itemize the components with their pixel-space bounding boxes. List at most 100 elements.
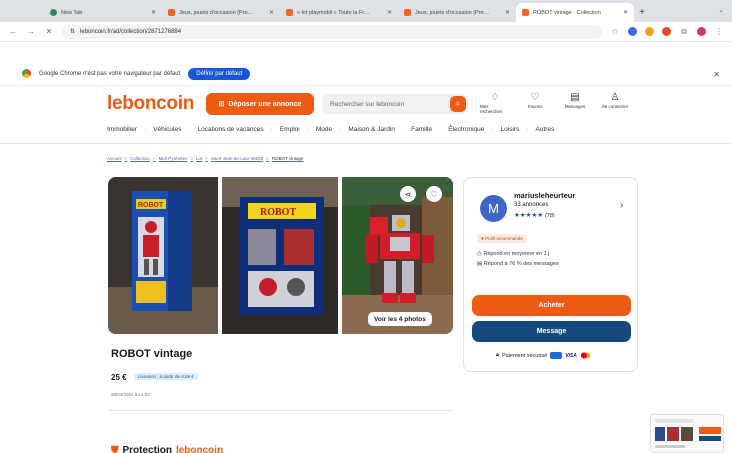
- back-icon[interactable]: ←: [8, 27, 18, 36]
- tab-search-icon[interactable]: ⌄: [718, 6, 724, 14]
- close-icon[interactable]: ✕: [505, 9, 510, 16]
- chevron-right-icon[interactable]: ›: [620, 200, 623, 211]
- header-icon-label: Mes recherches: [480, 104, 503, 114]
- seller-avatar[interactable]: M: [480, 195, 507, 222]
- breadcrumb-separator: >: [266, 156, 269, 161]
- seller-ads-count: 33 annonces: [514, 202, 549, 208]
- share-icon[interactable]: ⋖: [400, 186, 416, 202]
- header-icons: ♢ Mes recherches ♡ Favoris ▤ Messages ♙ Se c…: [480, 92, 630, 114]
- close-icon[interactable]: ✕: [151, 9, 156, 16]
- breadcrumb-link[interactable]: Collection: [130, 156, 150, 161]
- star-icons: ★★★★★: [514, 212, 544, 219]
- buy-button[interactable]: Acheter: [472, 295, 631, 316]
- bookmark-star-icon[interactable]: ☆: [610, 27, 620, 36]
- ad-photo-2[interactable]: ROBOT: [222, 177, 338, 334]
- stop-icon[interactable]: ✕: [44, 27, 54, 36]
- search-placeholder: Rechercher sur leboncoin: [330, 100, 405, 108]
- header-icon-label: Favoris: [527, 104, 543, 109]
- close-icon[interactable]: ✕: [269, 9, 274, 16]
- breadcrumb-link[interactable]: Saint-Jean-de-Laur 46260: [211, 156, 263, 161]
- menu-kebab-icon[interactable]: ⋮: [714, 27, 724, 36]
- category-link[interactable]: Autres: [536, 126, 555, 133]
- seller-name[interactable]: mariusleheurteur: [514, 191, 575, 200]
- category-link[interactable]: Emploi: [280, 126, 300, 133]
- leboncoin-icon: [522, 9, 529, 16]
- browser-tab[interactable]: Jeux, jouets d'occasion (Pro… ✕: [398, 3, 516, 22]
- extension-icon[interactable]: [662, 27, 671, 36]
- leboncoin-icon: [168, 9, 175, 16]
- login-button[interactable]: ♙ Se connecter: [600, 92, 630, 114]
- robot-box-front-image: ROBOT: [108, 177, 218, 334]
- close-icon[interactable]: ✕: [387, 9, 392, 16]
- browser-tab[interactable]: Jeux, jouets d'occasion (Pro… ✕: [162, 3, 280, 22]
- category-link[interactable]: Électronique: [448, 126, 484, 133]
- separator-dot: ·: [339, 126, 342, 133]
- protection-heading: ⛊ Protection leboncoin: [111, 445, 223, 453]
- search-input[interactable]: Rechercher sur leboncoin ⌕: [322, 94, 468, 114]
- response-rate-text: Répond à 76 % des messages: [483, 261, 559, 267]
- category-link[interactable]: Locations de vacances: [198, 126, 264, 133]
- secure-payment: 🔒︎ Paiement sécurisé VISA: [496, 352, 591, 359]
- message-button[interactable]: Message: [472, 321, 631, 342]
- new-tab-button[interactable]: +: [634, 3, 650, 22]
- see-all-photos-button[interactable]: Voir les 4 photos: [368, 312, 432, 326]
- post-ad-button[interactable]: ⊞ Déposer une annonce: [206, 93, 314, 115]
- category-link[interactable]: Loisirs: [501, 126, 520, 133]
- close-icon[interactable]: ✕: [623, 9, 628, 16]
- favorites-button[interactable]: ♡ Favoris: [520, 92, 550, 114]
- favorite-heart-icon[interactable]: ♡: [426, 186, 442, 202]
- category-link[interactable]: Véhicules: [153, 126, 181, 133]
- breadcrumb-current: ROBOT vintage: [271, 156, 304, 161]
- separator-dot: ·: [439, 126, 442, 133]
- plus-square-icon: ⊞: [218, 101, 225, 108]
- infobar-text: Google Chrome n'est pas votre navigateur…: [39, 70, 181, 77]
- category-link[interactable]: Maison & Jardin: [348, 126, 395, 133]
- leboncoin-icon: [404, 9, 411, 16]
- response-rate: ▤ Répond à 76 % des messages: [477, 261, 559, 267]
- breadcrumb: Accueil > Collection > Midi-Pyrénées > Lot >…: [107, 156, 304, 161]
- breadcrumb-separator: >: [152, 156, 156, 161]
- category-link[interactable]: Mode: [316, 126, 332, 133]
- extensions-puzzle-icon[interactable]: ⧉: [679, 27, 689, 37]
- browser-tab-active[interactable]: ROBOT vintage - Collection ✕: [516, 3, 634, 22]
- breadcrumb-link[interactable]: Midi-Pyrénées: [159, 156, 188, 161]
- saved-searches-button[interactable]: ♢ Mes recherches: [480, 92, 510, 114]
- messages-button[interactable]: ▤ Messages: [560, 92, 590, 114]
- ad-photo-1[interactable]: ROBOT: [108, 177, 218, 334]
- category-nav: Immobilier · Véhicules · Locations de vaca…: [107, 126, 554, 133]
- separator-dot: ·: [401, 126, 405, 133]
- forward-icon[interactable]: →: [26, 27, 36, 36]
- header-icon-label: Messages: [564, 104, 586, 109]
- review-count: (78): [544, 213, 555, 219]
- tab-title: New Tab: [61, 9, 83, 16]
- separator-dot: ·: [143, 126, 147, 133]
- ad-date: 28/03/2024 à 14:02: [111, 392, 150, 397]
- heart-icon: ♡: [530, 92, 540, 103]
- breadcrumb-link[interactable]: Accueil: [107, 156, 122, 161]
- close-icon[interactable]: ✕: [713, 70, 720, 79]
- browser-tab[interactable]: « lot playmobil » Toute la Fr… ✕: [280, 3, 398, 22]
- mastercard-logo-icon: [579, 352, 591, 359]
- extension-icon[interactable]: [645, 27, 654, 36]
- breadcrumb-link[interactable]: Lot: [196, 156, 202, 161]
- tab-title: Jeux, jouets d'occasion (Pro…: [179, 9, 254, 16]
- visa-logo: VISA: [565, 352, 577, 359]
- category-link[interactable]: Famille: [411, 126, 432, 133]
- profile-avatar[interactable]: [697, 27, 706, 36]
- site-info-icon[interactable]: ⇅: [70, 28, 75, 35]
- seller-rating: ★★★★★ (78): [514, 211, 555, 219]
- address-bar-row: ← → ✕ ⇅ leboncoin.fr/ad/collection/28712…: [0, 22, 732, 42]
- search-icon[interactable]: ⌕: [450, 96, 466, 112]
- url-field[interactable]: ⇅ leboncoin.fr/ad/collection/2871276884: [62, 24, 602, 39]
- tab-strip: New Tab ✕ Jeux, jouets d'occasion (Pro… ✕ …: [0, 0, 732, 22]
- leboncoin-logo[interactable]: leboncoin: [107, 93, 194, 115]
- extension-icon[interactable]: [628, 27, 637, 36]
- set-default-button[interactable]: Définir par défaut: [188, 67, 251, 80]
- default-browser-infobar: Google Chrome n'est pas votre navigateur…: [0, 62, 732, 86]
- category-link[interactable]: Immobilier: [107, 126, 137, 133]
- response-time-text: Répond en moyenne en 1 j: [483, 251, 550, 257]
- page-preview-thumbnail[interactable]: [650, 414, 724, 453]
- recommended-badge: ♥ Profil recommandé: [477, 234, 527, 243]
- post-ad-label: Déposer une annonce: [228, 100, 302, 108]
- browser-tab[interactable]: New Tab ✕: [44, 3, 162, 22]
